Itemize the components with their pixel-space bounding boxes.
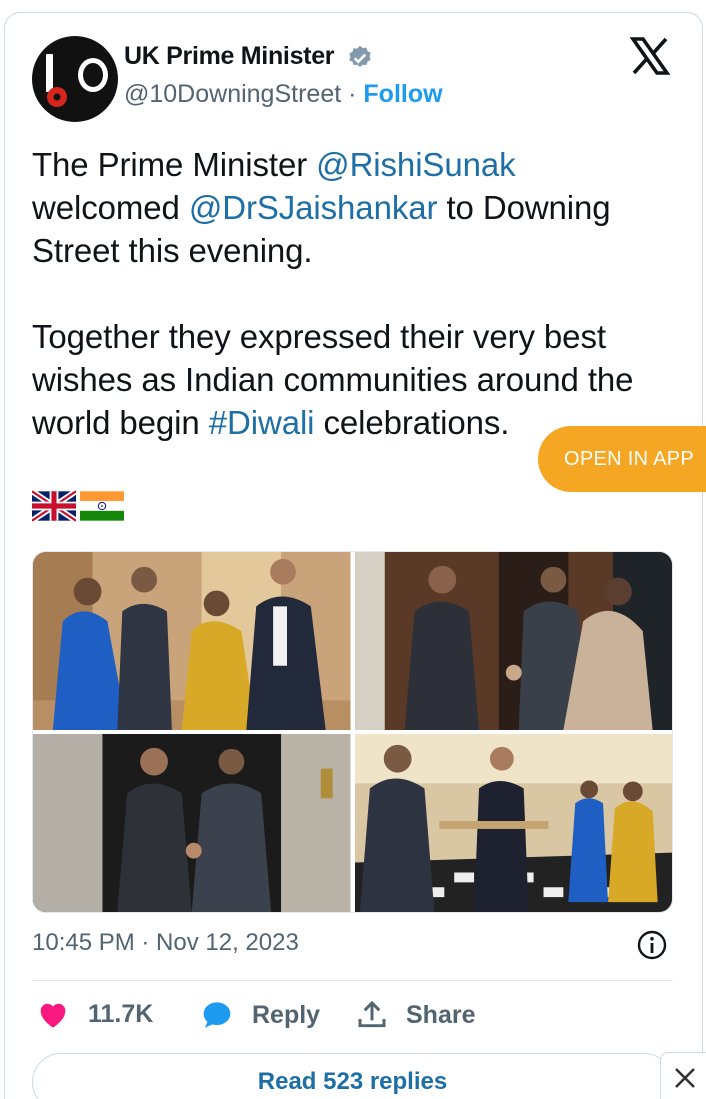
photo-grid xyxy=(32,551,673,913)
tweet-timestamp[interactable]: 10:45 PM · Nov 12, 2023 xyxy=(32,929,299,957)
photo-2[interactable] xyxy=(354,552,672,730)
info-icon[interactable] xyxy=(636,929,668,961)
avatar-logo-zero xyxy=(78,58,108,92)
separator-dot: · xyxy=(348,80,357,108)
mention-rishisunak[interactable]: @RishiSunak xyxy=(316,146,515,183)
close-icon xyxy=(674,1067,695,1088)
tweet-text-part: The Prime Minister xyxy=(32,146,317,183)
reply-bubble-icon xyxy=(203,1002,231,1028)
share-label: Share xyxy=(406,1000,476,1029)
mention-drsjaishankar[interactable]: @DrSJaishankar xyxy=(189,189,438,226)
author-handle[interactable]: @10DowningStreet xyxy=(124,80,341,108)
follow-button[interactable]: Follow xyxy=(363,80,442,108)
divider xyxy=(32,980,673,981)
close-button[interactable] xyxy=(660,1052,706,1099)
tweet-text: The Prime Minister @RishiSunak welcomed … xyxy=(32,143,682,444)
author-name[interactable]: UK Prime Minister xyxy=(124,42,335,71)
photo-4[interactable] xyxy=(354,734,672,912)
hashtag-diwali[interactable]: #Diwali xyxy=(209,404,315,441)
like-button[interactable]: 11.7K xyxy=(36,999,153,1029)
reply-label: Reply xyxy=(252,1000,321,1029)
flag-emojis xyxy=(32,490,124,522)
share-button[interactable]: Share xyxy=(356,999,475,1031)
share-icon xyxy=(358,1000,386,1028)
action-bar: 11.7K Reply Share xyxy=(36,999,676,1039)
verified-badge-icon xyxy=(349,45,371,67)
tweet-paragraph-2: Together they expressed their very best … xyxy=(32,315,682,444)
open-in-app-button[interactable]: OPEN IN APP xyxy=(538,426,706,492)
read-replies-button[interactable]: Read 523 replies xyxy=(32,1053,673,1099)
x-logo-icon[interactable] xyxy=(630,36,670,76)
avatar[interactable] xyxy=(32,36,118,122)
likes-count: 11.7K xyxy=(88,999,154,1028)
tweet-text-part: welcomed xyxy=(32,189,189,226)
photo-1[interactable] xyxy=(33,552,351,730)
tweet-text-part: celebrations. xyxy=(314,404,510,441)
handle-row: @10DowningStreet · Follow xyxy=(124,80,443,109)
reply-button[interactable]: Reply xyxy=(200,999,320,1031)
heart-icon xyxy=(40,1003,66,1028)
poppy-icon xyxy=(47,87,67,107)
india-flag-icon xyxy=(80,491,124,521)
tweet-paragraph-1: The Prime Minister @RishiSunak welcomed … xyxy=(32,143,682,272)
uk-flag-icon xyxy=(32,490,76,522)
photo-3[interactable] xyxy=(33,734,351,912)
